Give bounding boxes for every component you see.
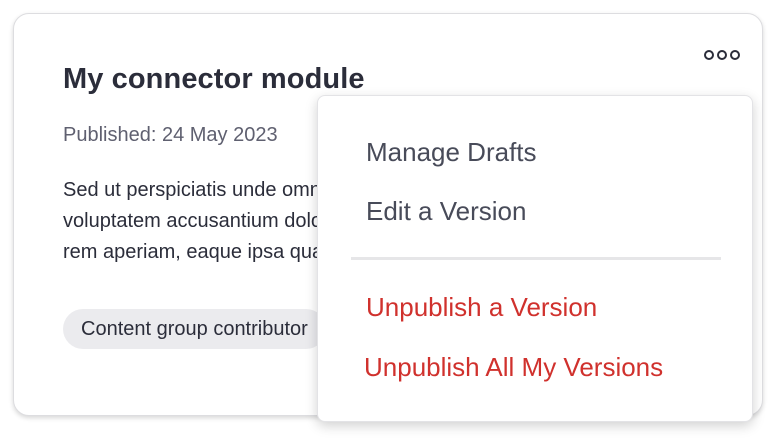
more-horizontal-icon [717, 50, 727, 60]
stage: My connector module Published: 24 May 20… [0, 0, 782, 438]
options-menu: Manage Drafts Edit a Version Unpublish a… [317, 95, 753, 422]
menu-item-edit-version[interactable]: Edit a Version [366, 195, 526, 227]
menu-item-manage-drafts[interactable]: Manage Drafts [366, 136, 537, 168]
menu-divider [351, 257, 721, 260]
more-horizontal-icon [730, 50, 740, 60]
published-date: Published: 24 May 2023 [63, 124, 278, 146]
menu-item-unpublish-all-versions[interactable]: Unpublish All My Versions [364, 351, 663, 383]
menu-item-unpublish-version[interactable]: Unpublish a Version [366, 291, 597, 323]
card-title: My connector module [63, 63, 365, 95]
role-tag: Content group contributor [63, 309, 326, 349]
more-options-button[interactable] [702, 44, 742, 66]
more-horizontal-icon [704, 50, 714, 60]
